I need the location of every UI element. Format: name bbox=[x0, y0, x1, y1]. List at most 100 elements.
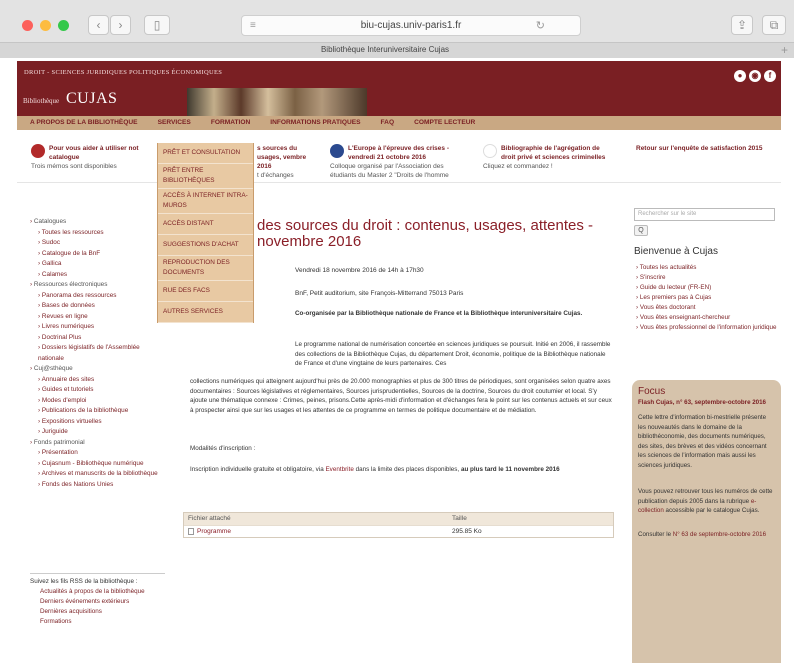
column-header-file: Fichier attaché bbox=[188, 515, 231, 522]
news-item[interactable]: Pour vous aider à utiliser not catalogue… bbox=[31, 144, 161, 171]
person-icon[interactable]: ● bbox=[734, 70, 746, 82]
welcome-link[interactable]: Toutes les actualités bbox=[636, 263, 784, 273]
news-item[interactable]: L'Europe à l'épreuve des crises - vendre… bbox=[330, 144, 470, 180]
rss-title: Suivez les fils RSS de la bibliothèque : bbox=[30, 578, 138, 585]
sidebar-item[interactable]: Sudoc bbox=[30, 238, 160, 249]
nav-compte-lecteur[interactable]: COMPTE LECTEUR bbox=[414, 116, 475, 130]
nav-a-propos[interactable]: A PROPOS DE LA BIBLIOTHÈQUE bbox=[30, 116, 138, 130]
rss-link[interactable]: Dernières acquisitions bbox=[30, 607, 165, 617]
nav-formation[interactable]: FORMATION bbox=[211, 116, 250, 130]
forward-button[interactable]: › bbox=[110, 15, 131, 35]
services-dropdown: PRÊT ET CONSULTATION PRÊT ENTRE BIBLIOTH… bbox=[157, 143, 254, 323]
news-title[interactable]: s sources du usages, vembre 2016 bbox=[257, 144, 317, 171]
new-tab-icon[interactable]: + bbox=[781, 43, 788, 57]
news-title[interactable]: Bibliographie de l'agrégation de droit p… bbox=[483, 144, 613, 162]
reload-icon[interactable]: ↻ bbox=[536, 16, 545, 36]
address-bar[interactable]: ≡ biu-cujas.univ-paris1.fr ↻ bbox=[241, 15, 581, 36]
dropdown-item[interactable]: PRÊT ET CONSULTATION bbox=[158, 143, 253, 164]
sidebar-item[interactable]: Catalogue de la BnF bbox=[30, 249, 160, 260]
sidebar-item[interactable]: Présentation bbox=[30, 448, 160, 459]
search-icon[interactable]: Q bbox=[634, 225, 648, 236]
catalogue-icon bbox=[31, 144, 45, 158]
welcome-link[interactable]: Les premiers pas à Cujas bbox=[636, 293, 784, 303]
news-title[interactable]: Retour sur l'enquête de satisfaction 201… bbox=[636, 144, 776, 153]
sidebar-item[interactable]: Cujasnum - Bibliothèque numérique bbox=[30, 459, 160, 470]
welcome-link[interactable]: Vous êtes professionnel de l'information… bbox=[636, 323, 784, 333]
sidebar-item[interactable]: Toutes les ressources bbox=[30, 228, 160, 239]
tabs-icon: ⧉ bbox=[769, 18, 779, 32]
site-search-input[interactable]: Rechercher sur le site bbox=[634, 208, 775, 221]
dropdown-item[interactable]: ACCÈS À INTERNET INTRA-MUROS bbox=[158, 189, 253, 214]
rss-icon[interactable]: ◉ bbox=[749, 70, 761, 82]
sidebar-item[interactable]: Fonds des Nations Unies bbox=[30, 480, 160, 491]
dropdown-item[interactable]: REPRODUCTION DES DOCUMENTS bbox=[158, 256, 253, 281]
dropdown-item[interactable]: RUE DES FACS bbox=[158, 281, 253, 302]
news-title[interactable]: L'Europe à l'épreuve des crises - vendre… bbox=[330, 144, 470, 162]
news-item[interactable]: Retour sur l'enquête de satisfaction 201… bbox=[636, 144, 776, 153]
file-size: 295.85 Ko bbox=[452, 528, 482, 535]
sidebar-item[interactable]: Modes d'emploi bbox=[30, 396, 160, 407]
eventbrite-link[interactable]: Eventbrite bbox=[325, 466, 353, 473]
address-text: biu-cujas.univ-paris1.fr bbox=[360, 20, 462, 31]
sidebar-item[interactable]: Publications de la bibliothèque bbox=[30, 406, 160, 417]
sidebar-item[interactable]: Annuaire des sites bbox=[30, 375, 160, 386]
zoom-window-button[interactable] bbox=[58, 20, 69, 31]
sidebar-item[interactable]: Bases de données bbox=[30, 301, 160, 312]
focus-description: Cette lettre d'information bi-mestrielle… bbox=[638, 414, 767, 469]
sidebar-button[interactable]: ▯ bbox=[144, 15, 170, 35]
back-button[interactable]: ‹ bbox=[88, 15, 109, 35]
sidebar-item[interactable]: Expositions virtuelles bbox=[30, 417, 160, 428]
sidebar-section[interactable]: Catalogues bbox=[30, 217, 160, 228]
tab-bar: Bibliothèque Interuniversitaire Cujas + bbox=[0, 42, 794, 58]
facebook-icon[interactable]: f bbox=[764, 70, 776, 82]
welcome-link[interactable]: S'inscrire bbox=[636, 273, 784, 283]
logo-cujas[interactable]: CUJAS bbox=[66, 90, 117, 108]
tabs-button[interactable]: ⧉ bbox=[762, 15, 786, 35]
sidebar-item[interactable]: Dossiers législatifs de l'Assemblée nati… bbox=[30, 343, 160, 364]
focus-box: Focus Flash Cujas, n° 63, septembre-octo… bbox=[632, 380, 781, 663]
sidebar-item[interactable]: Livres numériques bbox=[30, 322, 160, 333]
close-window-button[interactable] bbox=[22, 20, 33, 31]
nav-services[interactable]: SERVICES bbox=[158, 116, 191, 130]
dropdown-item[interactable]: ACCÈS DISTANT bbox=[158, 214, 253, 235]
news-item[interactable]: s sources du usages, vembre 2016 t d'éch… bbox=[257, 144, 317, 180]
welcome-link[interactable]: Vous êtes doctorant bbox=[636, 303, 784, 313]
sidebar-section[interactable]: Fonds patrimonial bbox=[30, 438, 160, 449]
logo-small-text[interactable]: Bibliothèque bbox=[23, 97, 59, 105]
europe-icon bbox=[330, 144, 344, 158]
file-icon bbox=[188, 527, 194, 535]
share-button[interactable]: ⇪ bbox=[731, 15, 753, 35]
dropdown-item[interactable]: AUTRES SERVICES bbox=[158, 302, 253, 323]
sidebar-item[interactable]: Doctrinal Plus bbox=[30, 333, 160, 344]
sidebar-item[interactable]: Archives et manuscrits de la bibliothèqu… bbox=[30, 469, 160, 480]
rss-link[interactable]: Derniers événements extérieurs bbox=[30, 597, 165, 607]
focus-subtitle[interactable]: Flash Cujas, n° 63, septembre-octobre 20… bbox=[638, 398, 775, 407]
sidebar-section[interactable]: Ressources électroniques bbox=[30, 280, 160, 291]
nav-informations-pratiques[interactable]: INFORMATIONS PRATIQUES bbox=[270, 116, 360, 130]
news-text: Cliquez et commandez ! bbox=[483, 163, 553, 170]
news-item[interactable]: Bibliographie de l'agrégation de droit p… bbox=[483, 144, 613, 171]
programme-link[interactable]: Programme bbox=[197, 528, 231, 535]
article-paragraph-part1: Le programme national de numérisation co… bbox=[295, 341, 611, 367]
news-text: t d'échanges bbox=[257, 172, 294, 179]
welcome-link[interactable]: Vous êtes enseignant-chercheur bbox=[636, 313, 784, 323]
sidebar-item[interactable]: Guides et tutoriels bbox=[30, 385, 160, 396]
dropdown-item[interactable]: PRÊT ENTRE BIBLIOTHÈQUES bbox=[158, 164, 253, 189]
news-title[interactable]: Pour vous aider à utiliser not catalogue bbox=[31, 144, 161, 162]
dropdown-item[interactable]: SUGGESTIONS D'ACHAT bbox=[158, 235, 253, 256]
reader-menu-icon[interactable]: ≡ bbox=[250, 21, 256, 31]
rss-link[interactable]: Formations bbox=[30, 617, 165, 627]
sidebar-item[interactable]: Calames bbox=[30, 270, 160, 281]
sidebar-item[interactable]: Juriguide bbox=[30, 427, 160, 438]
minimize-window-button[interactable] bbox=[40, 20, 51, 31]
rss-link[interactable]: Actualités à propos de la bibliothèque bbox=[30, 587, 165, 597]
tab-title[interactable]: Bibliothèque Interuniversitaire Cujas bbox=[0, 45, 770, 54]
sidebar-section[interactable]: Cuj@sthèque bbox=[30, 364, 160, 375]
sidebar-item[interactable]: Gallica bbox=[30, 259, 160, 270]
sidebar-item[interactable]: Revues en ligne bbox=[30, 312, 160, 323]
welcome-link[interactable]: Guide du lecteur (FR-EN) bbox=[636, 283, 784, 293]
sidebar-item[interactable]: Panorama des ressources bbox=[30, 291, 160, 302]
focus-issue-link[interactable]: N° 63 de septembre-octobre 2016 bbox=[673, 531, 766, 538]
nav-faq[interactable]: FAQ bbox=[381, 116, 395, 130]
event-place: BnF, Petit auditorium, site François-Mit… bbox=[295, 290, 464, 297]
